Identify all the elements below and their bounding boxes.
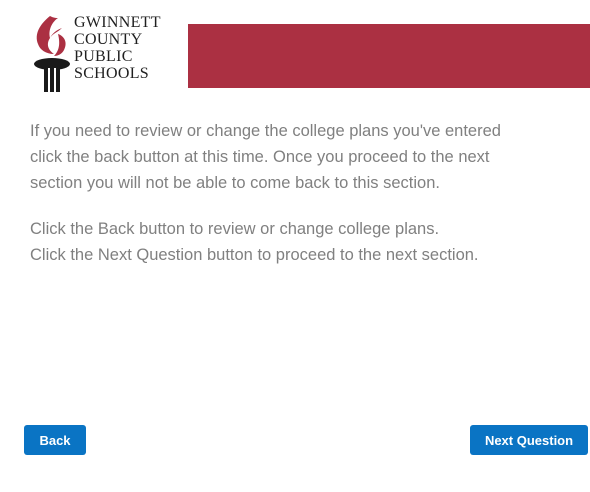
logo-line-2: COUNTY xyxy=(74,31,143,48)
instruction-line: Click the Next Question button to procee… xyxy=(30,246,479,264)
back-button[interactable]: Back xyxy=(24,425,86,455)
next-question-button[interactable]: Next Question xyxy=(470,425,588,455)
instruction-line: Click the Back button to review or chang… xyxy=(30,220,440,238)
instruction-line: section you will not be able to come bac… xyxy=(30,174,440,192)
logo-line-1: GWINNETT xyxy=(74,14,161,31)
page-header: GWINNETT COUNTY PUBLIC SCHOOLS xyxy=(30,12,590,92)
instruction-line: click the back button at this time. Once… xyxy=(30,148,490,166)
instructions-text: If you need to review or change the coll… xyxy=(30,118,586,268)
gcps-logo: GWINNETT COUNTY PUBLIC SCHOOLS xyxy=(30,12,190,92)
flame-inner xyxy=(54,34,66,56)
instruction-line: If you need to review or change the coll… xyxy=(30,122,501,140)
logo-line-4: SCHOOLS xyxy=(74,65,150,82)
torch-handle-stripe-2 xyxy=(54,68,56,92)
header-banner xyxy=(188,24,590,88)
torch-handle xyxy=(44,66,60,92)
logo-line-3: PUBLIC xyxy=(74,48,133,65)
torch-handle-stripe-1 xyxy=(48,68,50,92)
logo-wordmark: GWINNETT COUNTY PUBLIC SCHOOLS xyxy=(74,14,161,82)
flame-shape xyxy=(36,16,62,54)
torch-icon xyxy=(34,16,70,92)
